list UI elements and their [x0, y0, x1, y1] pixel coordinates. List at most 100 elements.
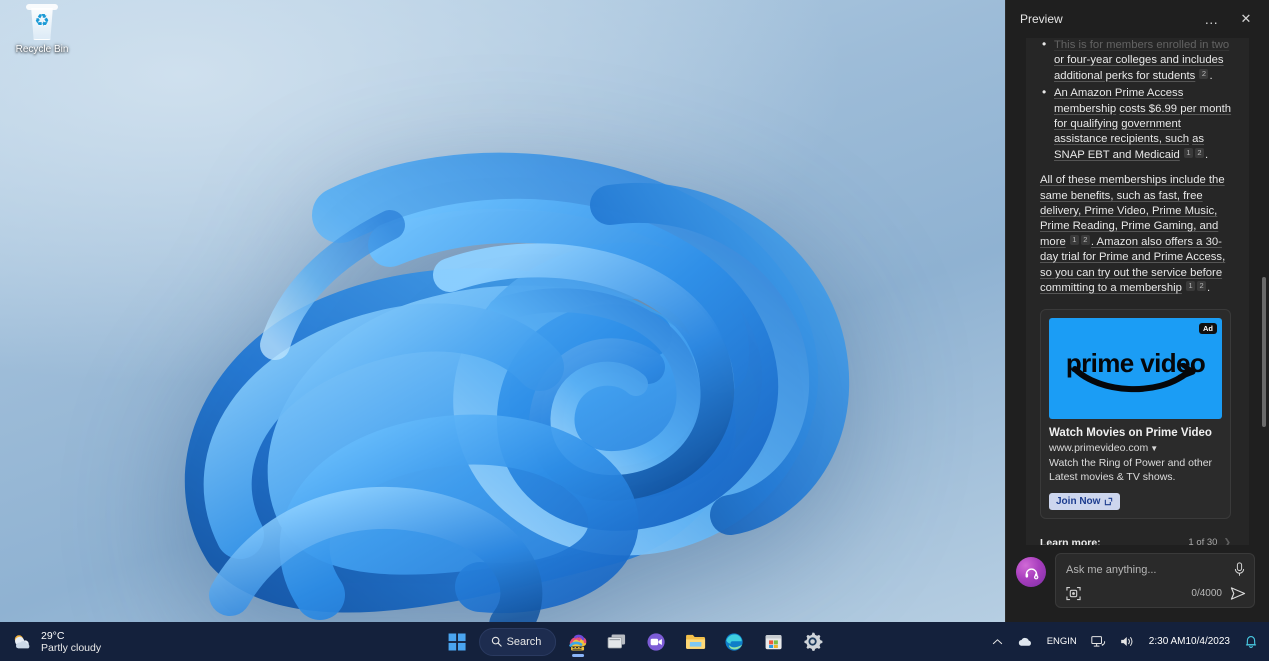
ad-badge: Ad	[1199, 323, 1217, 334]
folder-icon	[685, 633, 706, 651]
clipped-line: This is for members enrolled in two	[1054, 39, 1229, 51]
search-label: Search	[507, 636, 542, 648]
microphone-icon[interactable]	[1233, 562, 1246, 577]
ad-description-line-1: Watch the Ring of Power and other	[1049, 457, 1212, 469]
external-link-icon	[1104, 497, 1113, 506]
cloud-icon[interactable]	[1014, 633, 1036, 650]
microsoft-store-icon	[764, 632, 783, 651]
composer: 0/4000	[1006, 545, 1269, 622]
clock-date: 10/4/2023	[1186, 636, 1231, 648]
citation-badge[interactable]: 2	[1081, 235, 1090, 245]
start-button[interactable]	[440, 626, 474, 658]
join-now-button[interactable]: Join Now	[1049, 493, 1120, 510]
taskbar: 29°C Partly cloudy Search	[0, 622, 1269, 661]
settings-button[interactable]	[795, 626, 829, 658]
ad-description: Watch the Ring of Power and other Latest…	[1049, 456, 1222, 484]
citation-badge[interactable]: 1	[1186, 281, 1195, 291]
ad-title[interactable]: Watch Movies on Prime Video	[1049, 427, 1222, 439]
list-item: An Amazon Prime Access membership costs …	[1040, 86, 1235, 163]
edge-icon	[724, 632, 744, 652]
language-line-2: IN	[1067, 636, 1077, 647]
ad-url-text: www.primevideo.com	[1049, 442, 1148, 454]
store-button[interactable]	[756, 626, 790, 658]
character-counter: 0/4000	[1191, 588, 1222, 599]
bullet-line: additional perks for students	[1054, 70, 1195, 82]
citation-badge[interactable]: 1	[1070, 235, 1079, 245]
copilot-icon	[567, 631, 589, 653]
input-row-bottom: 0/4000	[1066, 586, 1246, 601]
scrollbar-thumb[interactable]	[1262, 277, 1266, 427]
join-now-label: Join Now	[1056, 496, 1100, 507]
ask-input[interactable]	[1066, 564, 1227, 576]
paragraph-part-3: .	[1207, 282, 1210, 294]
weather-text: 29°C Partly cloudy	[41, 630, 101, 654]
ad-banner-image[interactable]: prime video Ad	[1049, 318, 1222, 419]
ad-description-line-2: Latest movies & TV shows.	[1049, 471, 1175, 483]
weather-temperature: 29°C	[41, 630, 101, 642]
answer-card: This is for members enrolled in two or f…	[1026, 38, 1249, 545]
weather-widget[interactable]: 29°C Partly cloudy	[0, 630, 300, 654]
answer-bullet-list: This is for members enrolled in two or f…	[1040, 38, 1235, 163]
task-view-button[interactable]	[600, 626, 634, 658]
close-icon[interactable]: ✕	[1233, 7, 1259, 31]
edge-button[interactable]	[717, 626, 751, 658]
weather-condition: Partly cloudy	[41, 642, 101, 654]
clock[interactable]: 2:30 AM 10/4/2023	[1146, 633, 1233, 651]
learn-more-count: 1 of 30	[1188, 537, 1217, 545]
speaker-icon[interactable]	[1117, 632, 1138, 651]
file-explorer-button[interactable]	[678, 626, 712, 658]
search-box[interactable]: Search	[479, 628, 557, 656]
recycle-icon: ♻	[25, 4, 59, 42]
citation-badge[interactable]: 2	[1199, 69, 1208, 79]
caret-down-icon[interactable]: ▼	[1150, 444, 1158, 453]
clock-time: 2:30 AM	[1149, 636, 1186, 648]
send-icon[interactable]	[1230, 586, 1246, 601]
amazon-smile-icon	[1071, 363, 1201, 397]
answer-text: This is for members enrolled in two or f…	[1040, 38, 1235, 297]
teams-button[interactable]	[639, 626, 673, 658]
learn-more-section: Learn more: 1 of 30 ❯	[1040, 533, 1231, 546]
citation-badge[interactable]: 1	[1184, 148, 1193, 158]
answer-paragraph: All of these memberships include the sam…	[1040, 173, 1235, 296]
panel-title: Preview	[1020, 12, 1191, 26]
ad-url[interactable]: www.primevideo.com▼	[1049, 442, 1222, 454]
ad-card[interactable]: prime video Ad Watch Movies on Prime Vid…	[1040, 309, 1231, 519]
desktop-icon-label: Recycle Bin	[16, 44, 69, 55]
copilot-bot-icon	[1016, 557, 1046, 587]
copilot-preview-panel: Preview … ✕ This is for members enrolled…	[1005, 0, 1269, 622]
scan-image-icon[interactable]	[1066, 586, 1081, 601]
gear-icon	[802, 631, 823, 652]
ellipsis-icon[interactable]: …	[1199, 7, 1225, 31]
list-item: This is for members enrolled in two or f…	[1040, 38, 1235, 84]
chat-input-box[interactable]: 0/4000	[1055, 553, 1255, 608]
bullet-line: or four-year colleges and includes	[1054, 54, 1224, 66]
copilot-button[interactable]	[561, 626, 595, 658]
teams-camera-icon	[646, 632, 666, 652]
taskbar-center: Search	[440, 626, 830, 658]
task-view-icon	[607, 633, 627, 651]
chevron-up-icon[interactable]	[989, 635, 1006, 649]
active-indicator	[572, 654, 584, 657]
bullet-trailing: .	[1209, 70, 1212, 82]
learn-more-label: Learn more:	[1040, 537, 1188, 546]
panel-header: Preview … ✕	[1006, 0, 1269, 38]
desktop-icon-recycle-bin[interactable]: ♻ Recycle Bin	[4, 4, 80, 66]
input-row-top	[1066, 562, 1246, 577]
partly-cloudy-icon	[12, 632, 34, 652]
wallpaper-bloom	[90, 95, 1005, 622]
windows-logo-icon	[448, 633, 466, 651]
desktop[interactable]: ♻ Recycle Bin	[0, 0, 1005, 622]
citation-badge[interactable]: 2	[1197, 281, 1206, 291]
answer-scroll-area[interactable]: This is for members enrolled in two or f…	[1006, 38, 1269, 545]
chevron-right-icon[interactable]: ❯	[1223, 537, 1231, 545]
language-indicator[interactable]: ENG IN	[1044, 633, 1080, 650]
system-tray: ENG IN 2:30 AM	[989, 631, 1261, 652]
citation-badge[interactable]: 2	[1195, 148, 1204, 158]
network-icon[interactable]	[1088, 632, 1109, 651]
screen: ♻ Recycle Bin Preview … ✕ This is for me…	[0, 0, 1269, 661]
search-icon	[491, 636, 502, 647]
language-line-1: ENG	[1047, 636, 1068, 647]
bullet-trailing: .	[1205, 149, 1208, 161]
panel-scrollbar[interactable]	[1262, 62, 1266, 542]
bell-icon[interactable]	[1241, 631, 1261, 652]
